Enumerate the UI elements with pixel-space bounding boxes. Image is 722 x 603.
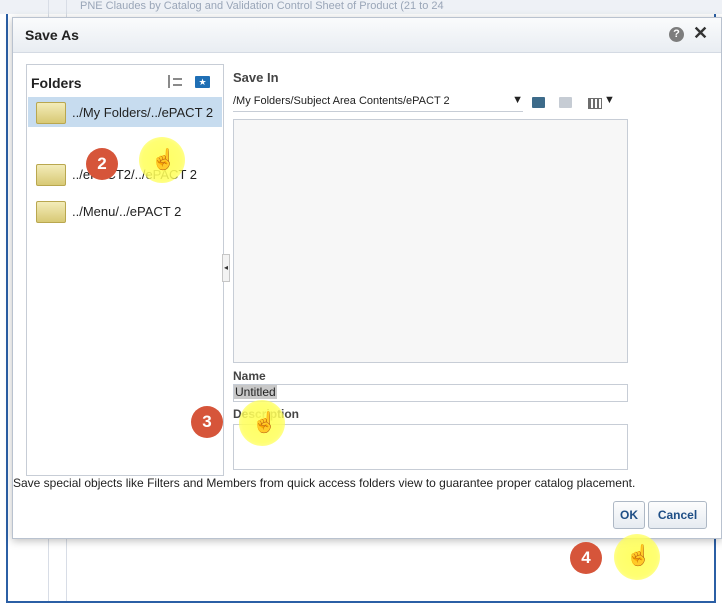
folder-item[interactable]: ../Menu/../ePACT 2	[28, 196, 222, 226]
name-value: Untitled	[234, 385, 277, 399]
folder-label: ../My Folders/../ePACT 2	[72, 105, 214, 120]
name-label: Name	[233, 369, 266, 383]
folders-title: Folders	[31, 75, 82, 91]
save-as-dialog: Save As ? ✕ Folders ★ ../My Folders/../e…	[12, 17, 722, 539]
hand-cursor-icon: ☝	[151, 149, 176, 171]
cancel-button[interactable]: Cancel	[648, 501, 707, 529]
new-folder-icon[interactable]	[532, 97, 545, 108]
panel-collapse-handle[interactable]: ◂	[222, 254, 230, 282]
chevron-down-icon: ▼	[512, 94, 523, 106]
name-input[interactable]: Untitled	[233, 384, 628, 402]
save-in-label: Save In	[233, 70, 279, 85]
folder-item[interactable]: ../My Folders/../ePACT 2	[28, 97, 222, 127]
step-badge: 2	[86, 148, 118, 180]
background-report-title: PNE Claudes by Catalog and Validation Co…	[80, 0, 444, 12]
save-in-dropdown[interactable]: /My Folders/Subject Area Contents/ePACT …	[233, 94, 523, 112]
folder-contents-list[interactable]	[233, 119, 628, 363]
close-icon[interactable]: ✕	[693, 23, 708, 44]
folders-header: Folders ★	[27, 65, 223, 97]
folder-label: ../Menu/../ePACT 2	[72, 204, 182, 219]
step-badge: 4	[570, 542, 602, 574]
ok-button[interactable]: OK	[613, 501, 645, 529]
hand-cursor-icon: ☝	[252, 412, 277, 434]
folder-icon	[36, 102, 66, 124]
chevron-down-icon[interactable]: ▼	[604, 94, 615, 106]
copy-icon[interactable]	[559, 97, 572, 108]
dialog-header: Save As ? ✕	[13, 18, 721, 53]
help-icon[interactable]: ?	[669, 27, 684, 42]
folder-item[interactable]: ../ePACT2/../ePACT 2	[28, 159, 222, 189]
folder-icon	[36, 201, 66, 223]
placement-note: Save special objects like Filters and Me…	[13, 476, 636, 490]
grid-view-icon[interactable]	[588, 98, 602, 109]
folder-icon	[36, 164, 66, 186]
step-badge: 3	[191, 406, 223, 438]
favorite-folder-icon[interactable]: ★	[195, 76, 210, 88]
save-in-value: /My Folders/Subject Area Contents/ePACT …	[233, 95, 450, 107]
background-frame-border	[6, 14, 8, 603]
tree-view-icon[interactable]	[168, 75, 184, 88]
dialog-title: Save As	[25, 27, 79, 43]
hand-cursor-icon: ☝	[626, 545, 651, 567]
description-input[interactable]	[233, 424, 628, 470]
